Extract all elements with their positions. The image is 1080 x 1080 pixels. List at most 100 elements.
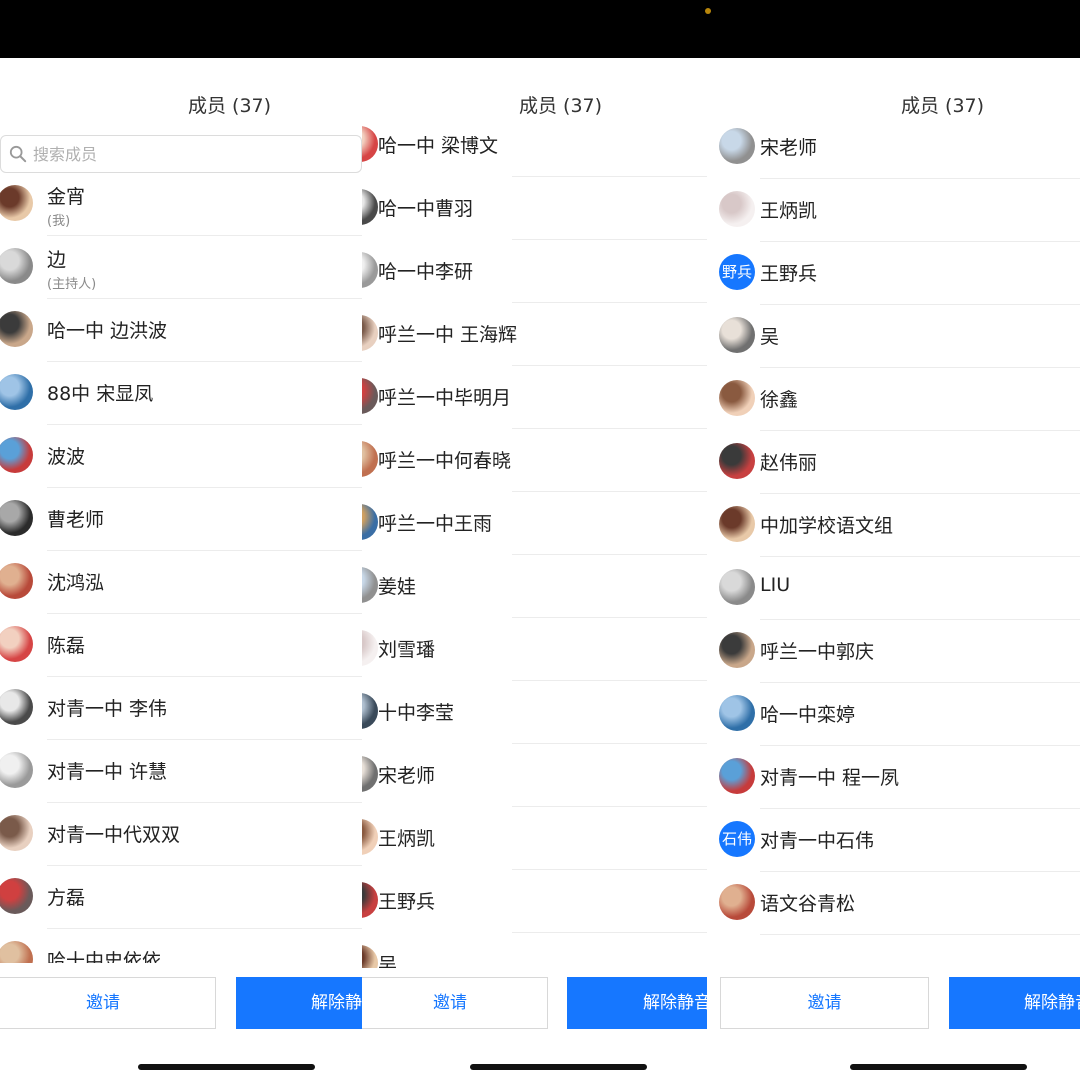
member-row[interactable]: 对青一中 许慧 xyxy=(0,740,362,803)
search-icon xyxy=(9,145,27,163)
avatar: 野兵 xyxy=(719,254,755,290)
invite-button[interactable]: 邀请 xyxy=(720,977,929,1029)
member-role: (我) xyxy=(47,214,71,229)
member-name: 哈一中栾婷 xyxy=(760,704,856,726)
member-row[interactable]: 曹老师 xyxy=(0,488,362,551)
member-row[interactable]: 哈一中曹羽 xyxy=(362,177,707,240)
member-row[interactable]: 呼兰一中王雨 xyxy=(362,492,707,555)
member-row[interactable]: LIU xyxy=(707,557,1080,620)
avatar xyxy=(362,756,378,792)
avatar xyxy=(0,941,33,963)
member-row[interactable]: 陈磊 xyxy=(0,614,362,677)
member-row[interactable]: 徐鑫 xyxy=(707,368,1080,431)
member-name: 对青一中代双双 xyxy=(47,824,181,846)
member-name: 边 xyxy=(47,249,67,271)
member-name: 对青一中石伟 xyxy=(760,830,875,852)
member-row[interactable]: 对青一中 程一夙 xyxy=(707,746,1080,809)
avatar xyxy=(719,191,755,227)
avatar xyxy=(719,884,755,920)
search-box[interactable] xyxy=(0,135,362,173)
invite-button[interactable]: 邀请 xyxy=(0,977,216,1029)
member-row[interactable]: 王野兵 xyxy=(362,870,707,933)
member-row[interactable]: 王炳凯 xyxy=(707,179,1080,242)
panel-title: 成员 (37) xyxy=(901,95,985,117)
unmute-button[interactable]: 解除静音 xyxy=(236,977,362,1029)
member-name: 呼兰一中 王海辉 xyxy=(378,324,518,346)
member-row[interactable]: 吴 xyxy=(362,933,707,968)
member-role: (主持人) xyxy=(47,277,97,292)
member-row[interactable]: 沈鸿泓 xyxy=(0,551,362,614)
member-name: 王野兵 xyxy=(378,891,436,913)
member-row[interactable]: 金宵 (我) xyxy=(0,173,362,236)
member-row[interactable]: 宋老师 xyxy=(707,116,1080,179)
avatar xyxy=(719,128,755,164)
member-row[interactable]: 石伟 对青一中石伟 xyxy=(707,809,1080,872)
search-input[interactable] xyxy=(33,136,353,172)
member-list[interactable]: 金宵 (我) 边 (主持人) 哈一中 边洪波 88中 宋显凤波波曹老师沈鸿泓 陈磊对青一中 … xyxy=(0,173,362,963)
member-row[interactable]: 88中 宋显凤 xyxy=(0,362,362,425)
member-row[interactable]: 哈一中 梁博文 xyxy=(362,116,707,177)
member-name: 对青一中 李伟 xyxy=(47,698,168,720)
member-row[interactable]: 赵伟丽 xyxy=(707,431,1080,494)
invite-button[interactable]: 邀请 xyxy=(362,977,548,1029)
member-row[interactable]: 对青一中 李伟 xyxy=(0,677,362,740)
member-name: 徐鑫 xyxy=(760,389,799,411)
member-row[interactable]: 野兵 王野兵 xyxy=(707,242,1080,305)
avatar xyxy=(719,632,755,668)
member-row[interactable]: 吴 xyxy=(707,305,1080,368)
member-row[interactable]: 呼兰一中 王海辉 xyxy=(362,303,707,366)
avatar xyxy=(362,189,378,225)
avatar xyxy=(0,815,33,851)
unmute-button[interactable]: 解除静音 xyxy=(949,977,1080,1029)
avatar xyxy=(0,878,33,914)
member-name: 对青一中 许慧 xyxy=(47,761,168,783)
member-name: 曹老师 xyxy=(47,509,105,531)
member-row[interactable]: 姜娃 xyxy=(362,555,707,618)
member-row[interactable]: 呼兰一中毕明月 xyxy=(362,366,707,429)
member-row[interactable]: 波波 xyxy=(0,425,362,488)
avatar xyxy=(719,317,755,353)
member-name: 哈一中李研 xyxy=(378,261,474,283)
member-row[interactable]: 王炳凯 xyxy=(362,807,707,870)
avatar xyxy=(719,380,755,416)
member-list[interactable]: 哈一中 梁博文 哈一中曹羽哈一中李研呼兰一中 王海辉 呼兰一中毕明月 呼兰一中何春晓呼… xyxy=(362,116,707,968)
member-row[interactable]: 边 (主持人) xyxy=(0,236,362,299)
member-row[interactable]: 语文谷青松 xyxy=(707,872,1080,935)
member-row[interactable]: 哈一中栾婷 xyxy=(707,683,1080,746)
avatar xyxy=(362,693,378,729)
member-row[interactable]: 哈一中 边洪波 xyxy=(0,299,362,362)
member-row[interactable]: 哈十中史依依 xyxy=(0,929,362,963)
member-panel-3: 成员 (37) 宋老师 王炳凯 野兵 王野兵吴徐鑫 赵伟丽 中加学校语文组 LIU 呼兰一中郭… xyxy=(707,58,1080,1080)
member-list[interactable]: 宋老师 王炳凯 野兵 王野兵吴徐鑫 赵伟丽 中加学校语文组 LIU 呼兰一中郭庆 哈一中栾婷 对青… xyxy=(707,116,1080,968)
avatar xyxy=(0,437,33,473)
member-row[interactable]: 呼兰一中何春晓 xyxy=(362,429,707,492)
member-name: LIU xyxy=(760,574,791,596)
member-name: 王野兵 xyxy=(760,263,818,285)
member-row[interactable]: 十中李莹 xyxy=(362,681,707,744)
avatar xyxy=(0,689,33,725)
member-row[interactable]: 对青一中代双双 xyxy=(0,803,362,866)
avatar xyxy=(362,819,378,855)
avatar xyxy=(0,185,33,221)
member-row[interactable]: 刘雪璠 xyxy=(362,618,707,681)
member-name: 对青一中 程一夙 xyxy=(760,767,900,789)
panel-title: 成员 (37) xyxy=(519,95,603,117)
avatar xyxy=(362,567,378,603)
avatar xyxy=(362,252,378,288)
member-name: 呼兰一中何春晓 xyxy=(378,450,512,472)
member-row[interactable]: 中加学校语文组 xyxy=(707,494,1080,557)
member-name: 赵伟丽 xyxy=(760,452,818,474)
member-row[interactable]: 宋老师 xyxy=(362,744,707,807)
member-row[interactable]: 哈一中李研 xyxy=(362,240,707,303)
unmute-button[interactable]: 解除静音 xyxy=(567,977,707,1029)
member-row[interactable]: 方磊 xyxy=(0,866,362,929)
member-row[interactable]: 呼兰一中郭庆 xyxy=(707,620,1080,683)
member-name: 88中 宋显凤 xyxy=(47,383,154,405)
avatar: 石伟 xyxy=(719,821,755,857)
member-name: 呼兰一中毕明月 xyxy=(378,387,512,409)
avatar xyxy=(719,758,755,794)
member-name: 哈十中史依依 xyxy=(47,950,162,963)
member-name: 金宵 xyxy=(47,186,86,208)
device-top-bar xyxy=(0,0,1080,58)
avatar xyxy=(362,126,378,162)
